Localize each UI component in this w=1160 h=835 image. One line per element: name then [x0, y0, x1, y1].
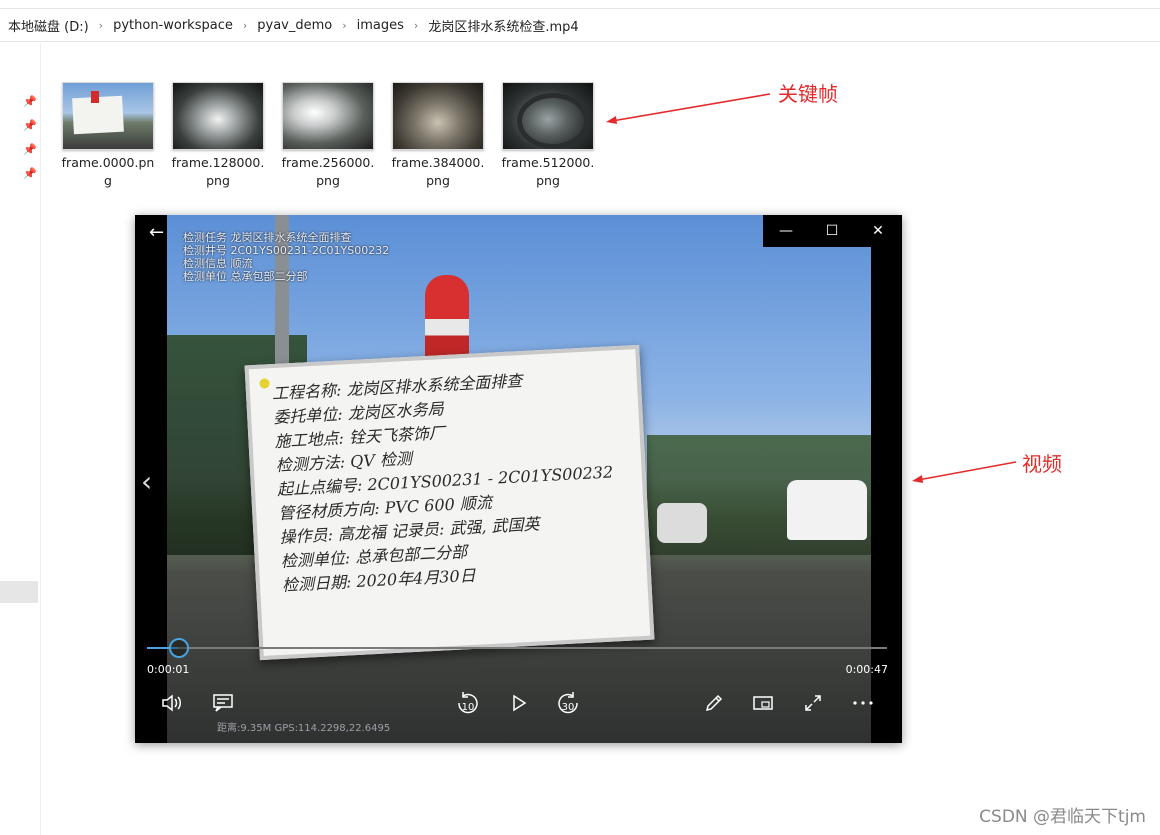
image-thumbnail [172, 82, 264, 150]
image-thumbnail [282, 82, 374, 150]
subtitles-icon [213, 694, 233, 712]
previous-chevron-icon[interactable]: ‹ [141, 465, 152, 498]
video-frame[interactable]: 工程名称: 龙岗区排水系统全面排查 委托单位: 龙岗区水务局 施工地点: 铨天飞… [167, 215, 871, 743]
image-thumbnail [392, 82, 484, 150]
pin-icon: 📌 [23, 95, 37, 108]
navigation-pane: 📌 📌 📌 📌 [0, 43, 41, 835]
whiteboard: 工程名称: 龙岗区排水系统全面排查 委托单位: 龙岗区水务局 施工地点: 铨天飞… [244, 344, 655, 661]
video-overlay-info: 检测任务 龙岗区排水系统全面排查 检测井号 2C01YS00231-2C01YS… [183, 231, 389, 283]
maximize-button[interactable]: ☐ [809, 215, 855, 247]
breadcrumb-item-drive[interactable]: 本地磁盘 (D:) [4, 16, 93, 35]
file-item[interactable]: frame.0000.png [56, 82, 160, 190]
breadcrumb-item-images[interactable]: images [353, 18, 408, 33]
fullscreen-icon [805, 695, 821, 711]
file-name: frame.512000.png [501, 155, 595, 188]
chevron-right-icon[interactable]: › [336, 19, 352, 32]
file-name: frame.0000.png [61, 155, 155, 188]
overlay-line: 检测信息 顺流 [183, 257, 253, 270]
image-thumbnail [62, 82, 154, 150]
file-name: frame.384000.png [391, 155, 485, 188]
breadcrumb-item-demo[interactable]: pyav_demo [253, 18, 336, 33]
video-player[interactable]: 工程名称: 龙岗区排水系统全面排查 委托单位: 龙岗区水务局 施工地点: 铨天飞… [135, 215, 902, 743]
annotation-arrow-keyframes [606, 93, 771, 124]
more-icon [853, 701, 873, 705]
breadcrumb-item-current[interactable]: 龙岗区排水系统检查.mp4 [424, 16, 582, 35]
video-overlay-gps: 距离:9.35M GPS:114.2298,22.6495 [217, 723, 391, 734]
overlay-line: 检测井号 2C01YS00231-2C01YS00232 [183, 244, 390, 257]
board-pin [259, 378, 270, 389]
image-thumbnail [502, 82, 594, 150]
mini-view-icon [753, 696, 773, 710]
window-controls: — ☐ ✕ [763, 215, 902, 247]
back-arrow-icon[interactable]: ← [149, 222, 164, 243]
more-options-button[interactable] [849, 691, 877, 715]
close-button[interactable]: ✕ [855, 215, 901, 247]
file-item[interactable]: frame.128000.png [166, 82, 270, 190]
seek-bar[interactable] [147, 647, 887, 649]
breadcrumb-item-workspace[interactable]: python-workspace [109, 18, 237, 33]
nav-selected-item[interactable] [0, 581, 38, 603]
mini-view-button[interactable] [749, 691, 777, 715]
file-item[interactable]: frame.256000.png [276, 82, 380, 190]
breadcrumb: 本地磁盘 (D:) › python-workspace › pyav_demo… [0, 9, 1160, 42]
watermark: CSDN @君临天下tjm [979, 807, 1146, 827]
chevron-right-icon[interactable]: › [237, 19, 253, 32]
skip-back-button[interactable]: 10 [453, 691, 483, 715]
skip-forward-label: 30 [561, 702, 575, 713]
subtitles-button[interactable] [209, 691, 237, 715]
pin-icon: 📌 [23, 167, 37, 180]
volume-icon [162, 694, 181, 712]
skip-forward-button[interactable]: 30 [553, 691, 583, 715]
pin-icon: 📌 [23, 119, 37, 132]
annotation-arrow-video [912, 461, 1017, 483]
duration: 0:00:47 [845, 663, 888, 676]
overlay-line: 检测单位 总承包部二分部 [183, 270, 308, 283]
play-icon [513, 694, 527, 712]
annotation-video-label: 视频 [1022, 452, 1062, 476]
file-item[interactable]: frame.384000.png [386, 82, 490, 190]
chevron-right-icon[interactable]: › [408, 19, 424, 32]
file-item[interactable]: frame.512000.png [496, 82, 600, 190]
edit-button[interactable] [700, 691, 728, 715]
title-strip [0, 0, 1160, 9]
chevron-right-icon[interactable]: › [93, 19, 109, 32]
play-button[interactable] [505, 691, 533, 715]
overlay-line: 检测任务 龙岗区排水系统全面排查 [183, 231, 352, 244]
file-name: frame.128000.png [171, 155, 265, 188]
volume-button[interactable] [159, 691, 187, 715]
file-name: frame.256000.png [281, 155, 375, 188]
fullscreen-button[interactable] [799, 691, 827, 715]
pencil-icon [705, 694, 723, 712]
annotation-keyframes-label: 关键帧 [778, 82, 838, 106]
skip-back-label: 10 [461, 702, 475, 713]
minimize-button[interactable]: — [763, 215, 809, 247]
pin-icon: 📌 [23, 143, 37, 156]
seek-handle[interactable] [168, 638, 189, 658]
current-time: 0:00:01 [147, 663, 190, 676]
